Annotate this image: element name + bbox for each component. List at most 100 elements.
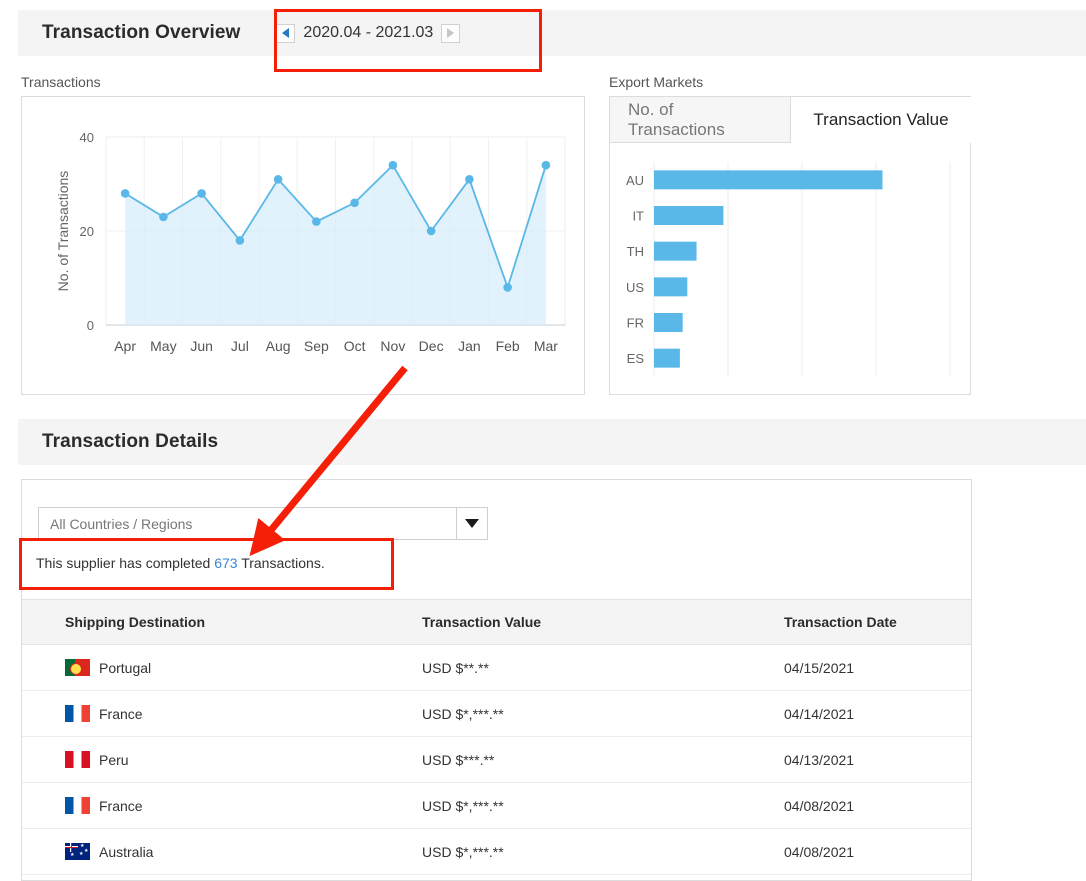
column-transaction-date: Transaction Date bbox=[784, 599, 971, 645]
note-suffix: Transactions. bbox=[237, 555, 325, 571]
date-range-label: 2020.04 - 2021.03 bbox=[303, 24, 434, 41]
x-tick-label: Nov bbox=[380, 338, 405, 354]
table-row[interactable]: ★ ★ ★ ★ Australia USD $*,***.** 04/08/2021 bbox=[22, 828, 971, 875]
table-header-row: Shipping Destination Transaction Value T… bbox=[22, 599, 971, 645]
data-point[interactable] bbox=[541, 160, 551, 170]
cell-transaction-date: 04/15/2021 bbox=[784, 644, 971, 691]
data-point[interactable] bbox=[273, 175, 283, 184]
export-markets-panel: No. of Transactions Transaction Value AU… bbox=[609, 96, 971, 395]
flag-pe-icon bbox=[65, 751, 90, 768]
cell-transaction-date: 04/13/2021 bbox=[784, 736, 971, 783]
cell-shipping-destination: Portugal bbox=[22, 644, 422, 691]
cell-transaction-value: USD $***.** bbox=[422, 736, 784, 783]
cell-transaction-value: USD $**.** bbox=[422, 644, 784, 691]
x-tick-label: May bbox=[150, 338, 176, 354]
transactions-line-chart: 0 20 40 No. of Transactions Apr May Jun Jul Aug S… bbox=[55, 130, 566, 354]
destination-name: Peru bbox=[99, 751, 129, 768]
tab-no-of-transactions[interactable]: No. of Transactions bbox=[610, 97, 791, 143]
destination-name: Australia bbox=[99, 843, 154, 860]
data-point[interactable] bbox=[235, 236, 245, 245]
export-markets-bar-chart: AU IT TH US FR ES bbox=[626, 162, 951, 376]
x-tick-label: Apr bbox=[114, 338, 136, 354]
y-tick-label: 20 bbox=[80, 224, 94, 239]
data-point[interactable] bbox=[197, 189, 206, 198]
destination-name: France bbox=[99, 797, 143, 814]
column-transaction-value: Transaction Value bbox=[422, 599, 784, 645]
y-axis-title: No. of Transactions bbox=[55, 171, 71, 292]
transaction-count[interactable]: 673 bbox=[214, 555, 237, 571]
bar-category-label: TH bbox=[627, 244, 644, 259]
x-tick-label: Aug bbox=[266, 338, 291, 354]
flag-au-icon: ★ ★ ★ ★ bbox=[65, 843, 90, 860]
data-point[interactable] bbox=[350, 198, 359, 208]
date-next-button[interactable] bbox=[441, 23, 461, 43]
y-tick-label: 0 bbox=[87, 318, 94, 333]
country-region-select-value: All Countries / Regions bbox=[50, 515, 193, 532]
x-tick-label: Jan bbox=[458, 338, 481, 354]
table-row[interactable]: France USD $*,***.** 04/14/2021 bbox=[22, 690, 971, 737]
bar-category-label: AU bbox=[626, 173, 644, 188]
country-region-select-toggle[interactable] bbox=[456, 508, 487, 539]
bar-category-label: ES bbox=[627, 351, 645, 366]
bar[interactable] bbox=[654, 170, 883, 190]
export-markets-label: Export Markets bbox=[609, 74, 704, 90]
cell-transaction-date: 04/08/2021 bbox=[784, 828, 971, 875]
bar[interactable] bbox=[654, 313, 683, 332]
transaction-overview-header: Transaction Overview 2020.04 - 2021.03 bbox=[18, 10, 1086, 56]
data-point[interactable] bbox=[312, 217, 321, 226]
x-tick-label: Feb bbox=[496, 338, 520, 354]
flag-pt-icon bbox=[65, 659, 90, 676]
transactions-chart-panel: 0 20 40 No. of Transactions Apr May Jun Jul Aug S… bbox=[21, 96, 585, 395]
x-tick-label: Mar bbox=[534, 338, 558, 354]
x-tick-label: Dec bbox=[419, 338, 444, 354]
caret-down-icon bbox=[465, 519, 479, 528]
cell-transaction-value: USD $*,***.** bbox=[422, 782, 784, 829]
table-row[interactable]: Peru USD $***.** 04/13/2021 bbox=[22, 736, 971, 783]
data-point[interactable] bbox=[465, 175, 474, 184]
page-title: Transaction Overview bbox=[42, 22, 241, 43]
bar[interactable] bbox=[654, 277, 688, 297]
tab-transaction-value[interactable]: Transaction Value bbox=[791, 97, 971, 143]
destination-name: France bbox=[99, 705, 143, 722]
transaction-details-card: All Countries / Regions This supplier ha… bbox=[21, 479, 972, 881]
cell-transaction-value: USD $*,***.** bbox=[422, 690, 784, 737]
bar[interactable] bbox=[654, 241, 697, 261]
flag-fr-icon bbox=[65, 797, 90, 814]
flag-fr-icon bbox=[65, 705, 90, 722]
y-tick-label: 40 bbox=[80, 130, 94, 145]
triangle-right-icon bbox=[447, 28, 455, 38]
note-prefix: This supplier has completed bbox=[36, 555, 215, 571]
data-point[interactable] bbox=[388, 160, 398, 170]
data-point[interactable] bbox=[426, 226, 436, 236]
data-point[interactable] bbox=[159, 212, 168, 222]
column-shipping-destination: Shipping Destination bbox=[22, 599, 422, 645]
table-row[interactable]: Portugal USD $**.** 04/15/2021 bbox=[22, 644, 971, 691]
cell-shipping-destination: ★ ★ ★ ★ Australia bbox=[22, 828, 422, 875]
triangle-left-icon bbox=[282, 28, 290, 38]
transactions-table: Shipping Destination Transaction Value T… bbox=[22, 599, 971, 875]
transactions-table-head: Shipping Destination Transaction Value T… bbox=[22, 599, 971, 645]
date-prev-button[interactable] bbox=[276, 23, 296, 43]
cell-shipping-destination: France bbox=[22, 690, 422, 737]
data-point[interactable] bbox=[503, 283, 512, 292]
table-row[interactable]: France USD $*,***.** 04/08/2021 bbox=[22, 782, 971, 829]
data-point[interactable] bbox=[120, 189, 130, 198]
bar[interactable] bbox=[654, 348, 680, 368]
cell-shipping-destination: Peru bbox=[22, 736, 422, 783]
destination-name: Portugal bbox=[99, 659, 152, 676]
x-tick-label: Jul bbox=[231, 338, 249, 354]
bar-category-label: FR bbox=[627, 316, 644, 331]
transaction-details-header: Transaction Details bbox=[18, 419, 1086, 465]
bar[interactable] bbox=[654, 206, 724, 225]
transaction-details-title: Transaction Details bbox=[42, 431, 219, 452]
supplier-transaction-note: This supplier has completed 673 Transact… bbox=[36, 555, 325, 571]
cell-transaction-value: USD $*,***.** bbox=[422, 828, 784, 875]
x-tick-label: Jun bbox=[190, 338, 213, 354]
transactions-table-body: Portugal USD $**.** 04/15/2021 France USD $*… bbox=[22, 644, 971, 875]
cell-shipping-destination: France bbox=[22, 782, 422, 829]
bar-category-label: US bbox=[626, 280, 644, 295]
bar-category-label: IT bbox=[632, 209, 644, 224]
country-region-select[interactable]: All Countries / Regions bbox=[38, 507, 488, 540]
x-tick-label: Sep bbox=[304, 338, 329, 354]
cell-transaction-date: 04/08/2021 bbox=[784, 782, 971, 829]
